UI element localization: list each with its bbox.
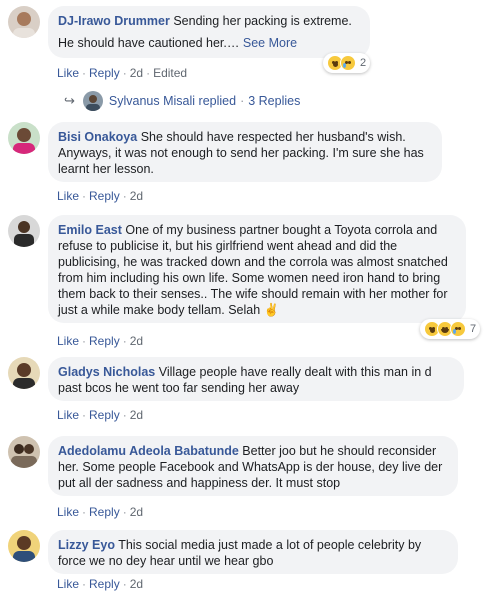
comment-actions: Like · Reply · 2d <box>57 505 144 519</box>
see-more-link[interactable]: See More <box>243 36 297 50</box>
comment-author[interactable]: Emilo East <box>58 223 122 237</box>
comment: Adedolamu Adeola Babatunde Better joo bu… <box>8 436 488 520</box>
avatar[interactable] <box>8 530 40 562</box>
reply-author: Sylvanus Misali <box>108 94 196 108</box>
comment-bubble: Emilo East One of my business partner bo… <box>48 215 466 323</box>
avatar[interactable] <box>8 122 40 154</box>
reaction-summary[interactable]: 7 <box>420 319 481 339</box>
comment-actions: Like · Reply · 2d <box>57 189 144 203</box>
victory-hand-emoji: ✌ <box>263 303 280 317</box>
comment: DJ-Irawo Drummer Sending her packing is … <box>8 6 488 86</box>
reply-count: 3 Replies <box>248 94 301 108</box>
avatar[interactable] <box>8 6 40 38</box>
comment-author[interactable]: Gladys Nicholas <box>58 365 155 379</box>
comment-bubble: Gladys Nicholas Village people have real… <box>48 357 464 401</box>
reply-button[interactable]: Reply <box>89 189 120 203</box>
comment-actions: Like · Reply · 2d <box>57 334 144 348</box>
avatar[interactable] <box>8 436 40 468</box>
comment: Gladys Nicholas Village people have real… <box>8 357 488 423</box>
sad-reaction-icon <box>340 55 356 71</box>
reply-arrow-icon: ↪ <box>64 93 75 108</box>
like-button[interactable]: Like <box>57 505 79 519</box>
reaction-summary[interactable]: 2 <box>323 53 371 73</box>
reply-button[interactable]: Reply <box>89 334 120 348</box>
comment-author[interactable]: Adedolamu Adeola Babatunde <box>58 444 239 458</box>
comment-text: One of my business partner bought a Toyo… <box>58 223 448 317</box>
comment-bubble: Bisi Onakoya She should have respected h… <box>48 122 442 182</box>
comment-author[interactable]: DJ-Irawo Drummer <box>58 14 170 28</box>
comment-time[interactable]: 2d <box>130 189 143 203</box>
comment-bubble: Adedolamu Adeola Babatunde Better joo bu… <box>48 436 458 496</box>
avatar <box>82 91 103 111</box>
avatar[interactable] <box>8 215 40 247</box>
sad-reaction-icon <box>450 321 466 337</box>
comment: Emilo East One of my business partner bo… <box>8 215 488 348</box>
avatar[interactable] <box>8 357 40 389</box>
reply-thread-link[interactable]: ↪ Sylvanus Misali replied · 3 Replies <box>64 91 300 111</box>
reaction-count: 7 <box>470 323 477 335</box>
comment-actions: Like · Reply · 2d <box>57 408 144 422</box>
like-button[interactable]: Like <box>57 334 79 348</box>
comment-text: Sending her packing is extreme. <box>173 14 352 28</box>
reply-button[interactable]: Reply <box>89 577 120 591</box>
comment: Lizzy Eyo This social media just made a … <box>8 530 488 594</box>
reply-label: replied <box>198 94 237 108</box>
comment-author[interactable]: Lizzy Eyo <box>58 538 115 552</box>
like-button[interactable]: Like <box>57 408 79 422</box>
comment-time[interactable]: 2d <box>130 334 143 348</box>
comment-bubble: Lizzy Eyo This social media just made a … <box>48 530 458 574</box>
reaction-count: 2 <box>360 57 367 69</box>
comment-actions: Like · Reply · 2d <box>57 577 144 591</box>
like-button[interactable]: Like <box>57 577 79 591</box>
reply-button[interactable]: Reply <box>89 408 120 422</box>
reply-button[interactable]: Reply <box>89 66 120 80</box>
like-button[interactable]: Like <box>57 189 79 203</box>
comment-time[interactable]: 2d <box>130 577 143 591</box>
comment: Bisi Onakoya She should have respected h… <box>8 122 488 204</box>
comment-author[interactable]: Bisi Onakoya <box>58 130 137 144</box>
comment-text-continued: He should have cautioned her.… <box>58 36 240 50</box>
comment-actions: Like · Reply · 2d · Edited <box>57 66 188 80</box>
reply-button[interactable]: Reply <box>89 505 120 519</box>
like-button[interactable]: Like <box>57 66 79 80</box>
comment-time[interactable]: 2d <box>130 66 143 80</box>
edited-label[interactable]: Edited <box>153 66 187 80</box>
comment-bubble: DJ-Irawo Drummer Sending her packing is … <box>48 6 370 58</box>
comment-time[interactable]: 2d <box>130 505 143 519</box>
comment-time[interactable]: 2d <box>130 408 143 422</box>
